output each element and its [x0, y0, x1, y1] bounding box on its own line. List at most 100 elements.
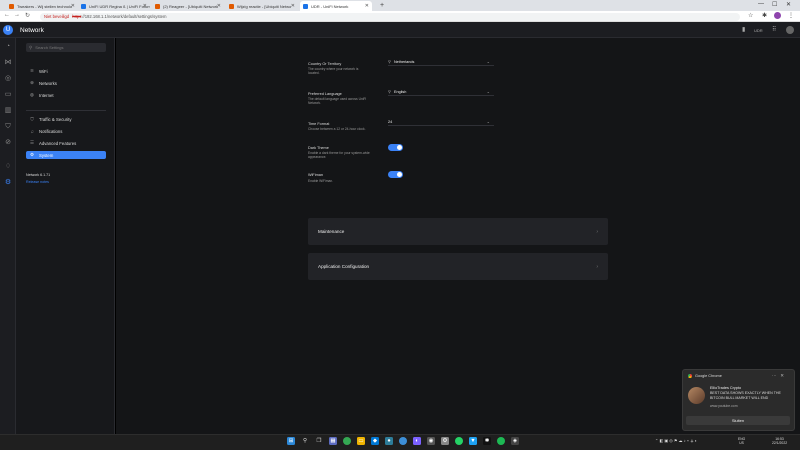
back-icon[interactable]: ← — [4, 12, 10, 18]
close-window-icon[interactable]: ✕ — [786, 1, 791, 8]
settings-search-input[interactable]: ⚲ Search Settings — [26, 43, 106, 52]
sliders-icon: ☰ — [29, 140, 35, 145]
sidebar-item-notifications[interactable]: ♫ Notifications — [26, 127, 106, 135]
start-icon[interactable]: ⊞ — [287, 437, 295, 445]
tab-title: UniFi UDR Regina ß | UniFi Forum — [89, 3, 150, 9]
maintenance-section[interactable]: Maintenance › — [308, 218, 608, 245]
settings-icon[interactable]: ⚙ — [3, 178, 13, 188]
forward-icon[interactable]: → — [14, 12, 20, 18]
chevron-right-icon: › — [596, 263, 598, 270]
extensions-icon[interactable]: ✱ — [762, 12, 767, 19]
input-language[interactable]: ENG US — [738, 437, 745, 445]
browser-tab[interactable]: UDR - UniFi Network ✕ — [300, 1, 372, 11]
system-tray[interactable]: ⌃ ◧ ▣ ◎ ⚑ ☁ ♪ ⌁ ⚶ ◐ — [655, 438, 697, 443]
browser-tab[interactable]: (2) Reageer - [Ubiquiti Network ✕ — [152, 1, 224, 11]
maximize-icon[interactable]: ☐ — [772, 1, 777, 8]
notification-controls[interactable]: ⋯ ✕ — [772, 373, 784, 379]
version-label: Network 6.1.71 — [26, 173, 51, 177]
tab-title: Wijzig reactie - [Ubiquiti Netwo — [237, 3, 292, 9]
security-icon[interactable]: ⛉ — [3, 122, 13, 132]
language-select[interactable]: ⚲ English ⌄ — [388, 88, 494, 96]
user-avatar[interactable] — [786, 26, 794, 34]
devices-icon[interactable]: ◎ — [3, 74, 13, 84]
notification-close-button[interactable]: Sluiten — [686, 416, 790, 425]
wifiman-toggle[interactable] — [388, 171, 403, 178]
country-select[interactable]: ⚲ Netherlands ⌄ — [388, 58, 494, 66]
dashboard-icon[interactable]: ◔ — [3, 42, 13, 52]
profile-avatar[interactable] — [774, 12, 781, 19]
notification-title: EllioTrades Crypto — [710, 386, 742, 390]
favicon-icon — [303, 3, 308, 9]
spotify-icon[interactable] — [497, 437, 505, 445]
widgets-icon[interactable]: ▦ — [329, 437, 337, 445]
close-tab-icon[interactable]: ✕ — [291, 3, 295, 9]
taskbar-clock[interactable]: 16:53 22/1/2022 — [772, 437, 787, 445]
app-icon[interactable]: ● — [385, 437, 393, 445]
dark-theme-desc: Enable a dark theme for your system-wide… — [308, 151, 370, 160]
chrome-icon — [688, 374, 692, 378]
sidebar-item-networks[interactable]: ⊕ Networks — [26, 79, 106, 87]
sidebar-item-internet[interactable]: ◍ Internet — [26, 91, 106, 99]
browser-tab[interactable]: UniFi UDR Regina ß | UniFi Forum ✕ — [78, 1, 150, 11]
dark-theme-toggle[interactable] — [388, 144, 403, 151]
url-input[interactable]: Niet beveiligd https ://192.168.1.1/netw… — [40, 12, 740, 21]
chrome-taskbar-icon[interactable] — [343, 437, 351, 445]
wifiman-desc: Enable WiFiman. — [308, 179, 334, 183]
app-icon[interactable]: ⚙ — [441, 437, 449, 445]
unifi-logo[interactable]: U — [3, 25, 13, 35]
reload-icon[interactable]: ↻ — [25, 12, 30, 19]
close-tab-icon[interactable]: ✕ — [71, 3, 75, 9]
minimize-icon[interactable]: — — [758, 1, 764, 7]
tab-title: (2) Reageer - [Ubiquiti Network — [163, 3, 219, 9]
statistics-icon[interactable]: ▥ — [3, 106, 13, 116]
release-notes-link[interactable]: Release notes — [26, 180, 49, 184]
sidebar-item-system[interactable]: ⚙ System — [26, 151, 106, 159]
clients-icon[interactable]: ▭ — [3, 90, 13, 100]
sidebar-item-label: Internet — [39, 92, 54, 98]
app-icon[interactable]: ▼ — [469, 437, 477, 445]
language-label: Preferred Language — [308, 92, 342, 96]
close-tab-icon[interactable]: ✕ — [365, 3, 369, 9]
close-tab-icon[interactable]: ✕ — [217, 3, 221, 9]
new-tab-button[interactable]: + — [380, 2, 384, 9]
star-icon[interactable]: ☆ — [748, 12, 753, 19]
sidebar-item-advanced-features[interactable]: ☰ Advanced Features — [26, 139, 106, 147]
console-name[interactable]: UDR — [754, 28, 763, 33]
topology-icon[interactable]: ⋈ — [3, 58, 13, 68]
close-tab-icon[interactable]: ✕ — [143, 3, 147, 9]
file-explorer-icon[interactable]: ▭ — [357, 437, 365, 445]
app-header — [0, 22, 800, 38]
sidebar-item-label: Advanced Features — [39, 140, 77, 146]
notifications-icon[interactable]: ♢ — [3, 162, 13, 172]
app-icon[interactable]: ◈ — [511, 437, 519, 445]
sidebar-item-wifi[interactable]: ≋ WiFi — [26, 67, 106, 75]
bell-icon: ♫ — [30, 128, 34, 134]
device-icon[interactable]: ▮ — [742, 26, 745, 33]
app-icon[interactable]: ◐ — [413, 437, 421, 445]
application-configuration-section[interactable]: Application Configuration › — [308, 253, 608, 280]
language-value: English — [393, 89, 407, 94]
sidebar-item-label: Notifications — [39, 128, 63, 134]
menu-icon[interactable]: ⋮ — [788, 12, 794, 19]
task-view-icon[interactable]: ❐ — [315, 437, 323, 445]
wifi-icon: ≋ — [30, 68, 34, 73]
section-title: Application Configuration — [318, 264, 370, 269]
alerts-icon[interactable]: ⊘ — [3, 138, 13, 148]
app-icon[interactable]: ✱ — [483, 437, 491, 445]
notification-body: BEST DATA SHOWS EXACTLY WHEN THE BITCOIN… — [710, 391, 781, 400]
country-value: Netherlands — [393, 59, 415, 64]
url-path: ://192.168.1.1/network/default/settings/… — [81, 14, 167, 19]
whatsapp-icon[interactable] — [455, 437, 463, 445]
browser-tab[interactable]: Wijzig reactie - [Ubiquiti Netwo ✕ — [226, 1, 298, 11]
url-scheme: https — [72, 14, 82, 19]
app-icon[interactable] — [399, 437, 407, 445]
time-format-select[interactable]: 24 ⌄ — [388, 118, 494, 126]
app-icon[interactable]: ◉ — [427, 437, 435, 445]
keyboard-layout: US — [739, 441, 744, 445]
sidebar-item-traffic-security[interactable]: ⛉ Traffic & Security — [26, 115, 106, 123]
search-icon[interactable]: ⚲ — [301, 437, 309, 445]
dark-theme-label: Dark Theme — [308, 146, 329, 150]
browser-tab[interactable]: Tweakers - Wij stellen technolo ✕ — [6, 1, 78, 11]
store-icon[interactable]: ◆ — [371, 437, 379, 445]
apps-grid-icon[interactable]: ⠿ — [772, 26, 776, 33]
